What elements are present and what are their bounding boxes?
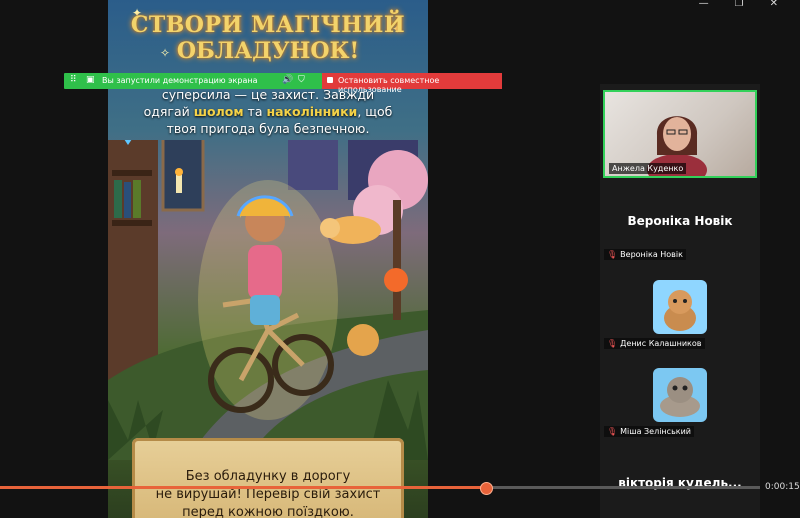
participant-name: Вероніка Новік	[620, 250, 683, 259]
participant-name-tag: 🎙 Міша Зелінський	[604, 426, 695, 437]
shelf-board	[112, 170, 152, 176]
mic-off-icon: 🎙	[607, 427, 618, 436]
shelf-board	[112, 220, 152, 226]
share-screen-icon: ▣	[86, 75, 95, 85]
cartoon-illustration	[108, 140, 428, 460]
dog-avatar-icon	[664, 290, 696, 331]
shield-icon[interactable]: ⛉	[298, 75, 305, 85]
body-line: твоя пригода була безпечною.	[166, 121, 370, 136]
screen-share-bar: ⠿ ▣ Вы запустили демонстрацию экрана 🔊 ⛉…	[64, 73, 502, 94]
scroll-text: Без обладунку в дорогу не вирушай! Перев…	[132, 468, 404, 518]
avatar[interactable]	[653, 280, 707, 334]
slide-title-line: СТВОРИ МАГІЧНИЙ	[130, 12, 406, 38]
girl-jeans	[250, 295, 280, 325]
book	[114, 180, 122, 218]
stop-sharing-button[interactable]: Остановить совместное использование	[322, 73, 502, 94]
minimize-icon[interactable]: —	[699, 0, 709, 10]
avatar[interactable]	[653, 368, 707, 422]
participants-panel: Анжела Куденко Вероніка Новік 🎙 Вероніка…	[600, 84, 760, 518]
body-text-part: та	[243, 104, 267, 119]
body-line: одягай шолом та наколінники, щоб	[118, 103, 418, 120]
book	[133, 180, 141, 218]
candle	[176, 175, 182, 193]
participant-name: Денис Калашников	[620, 339, 702, 348]
participant-name-tag: 🎙 Вероніка Новік	[604, 249, 686, 260]
participant-name-tag: 🎙 Денис Калашников	[604, 338, 705, 349]
window-controls: — ❐ ✕	[699, 0, 800, 10]
body-text-part: одягай	[143, 104, 194, 119]
book	[124, 182, 131, 218]
slide-title-line: ОБЛАДУНОК!	[176, 38, 360, 64]
window	[161, 140, 205, 212]
close-icon[interactable]: ✕	[770, 0, 778, 10]
flying-fox	[320, 218, 340, 238]
body-text-part: , щоб	[357, 104, 393, 119]
stop-sharing-label: Остановить совместное использование	[338, 76, 440, 94]
scroll-line: перед кожною поїздкою.	[182, 505, 354, 518]
girl-shirt	[248, 245, 282, 300]
drag-handle-icon[interactable]: ⠿	[70, 75, 77, 85]
seal-avatar-icon	[660, 377, 700, 417]
slide-title: ✦ ✦ ✧ СТВОРИ МАГІЧНИЙ ОБЛАДУНОК!	[130, 2, 406, 72]
parchment-scroll: Без обладунку в дорогу не вирушай! Перев…	[132, 438, 404, 518]
city-building	[288, 140, 338, 190]
progress-fill	[0, 486, 486, 489]
highlight-word: наколінники	[266, 104, 358, 119]
candle-flame	[175, 168, 183, 176]
participant-video-tile[interactable]: Анжела Куденко	[603, 90, 757, 178]
speaker-icon[interactable]: 🔊	[282, 75, 293, 85]
mic-off-icon: 🎙	[607, 339, 618, 348]
playback-time: 0:00:15	[765, 482, 800, 492]
maximize-icon[interactable]: ❐	[735, 0, 744, 10]
scroll-line: Без обладунку в дорогу	[185, 469, 351, 484]
playback-progress-bar[interactable]	[0, 482, 760, 495]
share-status-bar: ⠿ ▣ Вы запустили демонстрацию экрана 🔊 ⛉	[64, 73, 322, 89]
participant-name-large: Вероніка Новік	[627, 214, 733, 228]
sitting-cat	[347, 324, 379, 356]
fire-sprite	[384, 268, 408, 292]
participant-name: Міша Зелінський	[620, 427, 692, 436]
participant-name-tag: Анжела Куденко	[609, 163, 687, 174]
mic-off-icon: 🎙	[607, 250, 618, 259]
share-status-label: Вы запустили демонстрацию экрана	[102, 76, 258, 85]
highlight-word: шолом	[193, 104, 244, 119]
progress-knob[interactable]	[480, 482, 493, 495]
tree-trunk	[393, 200, 401, 320]
stop-icon	[327, 77, 333, 83]
